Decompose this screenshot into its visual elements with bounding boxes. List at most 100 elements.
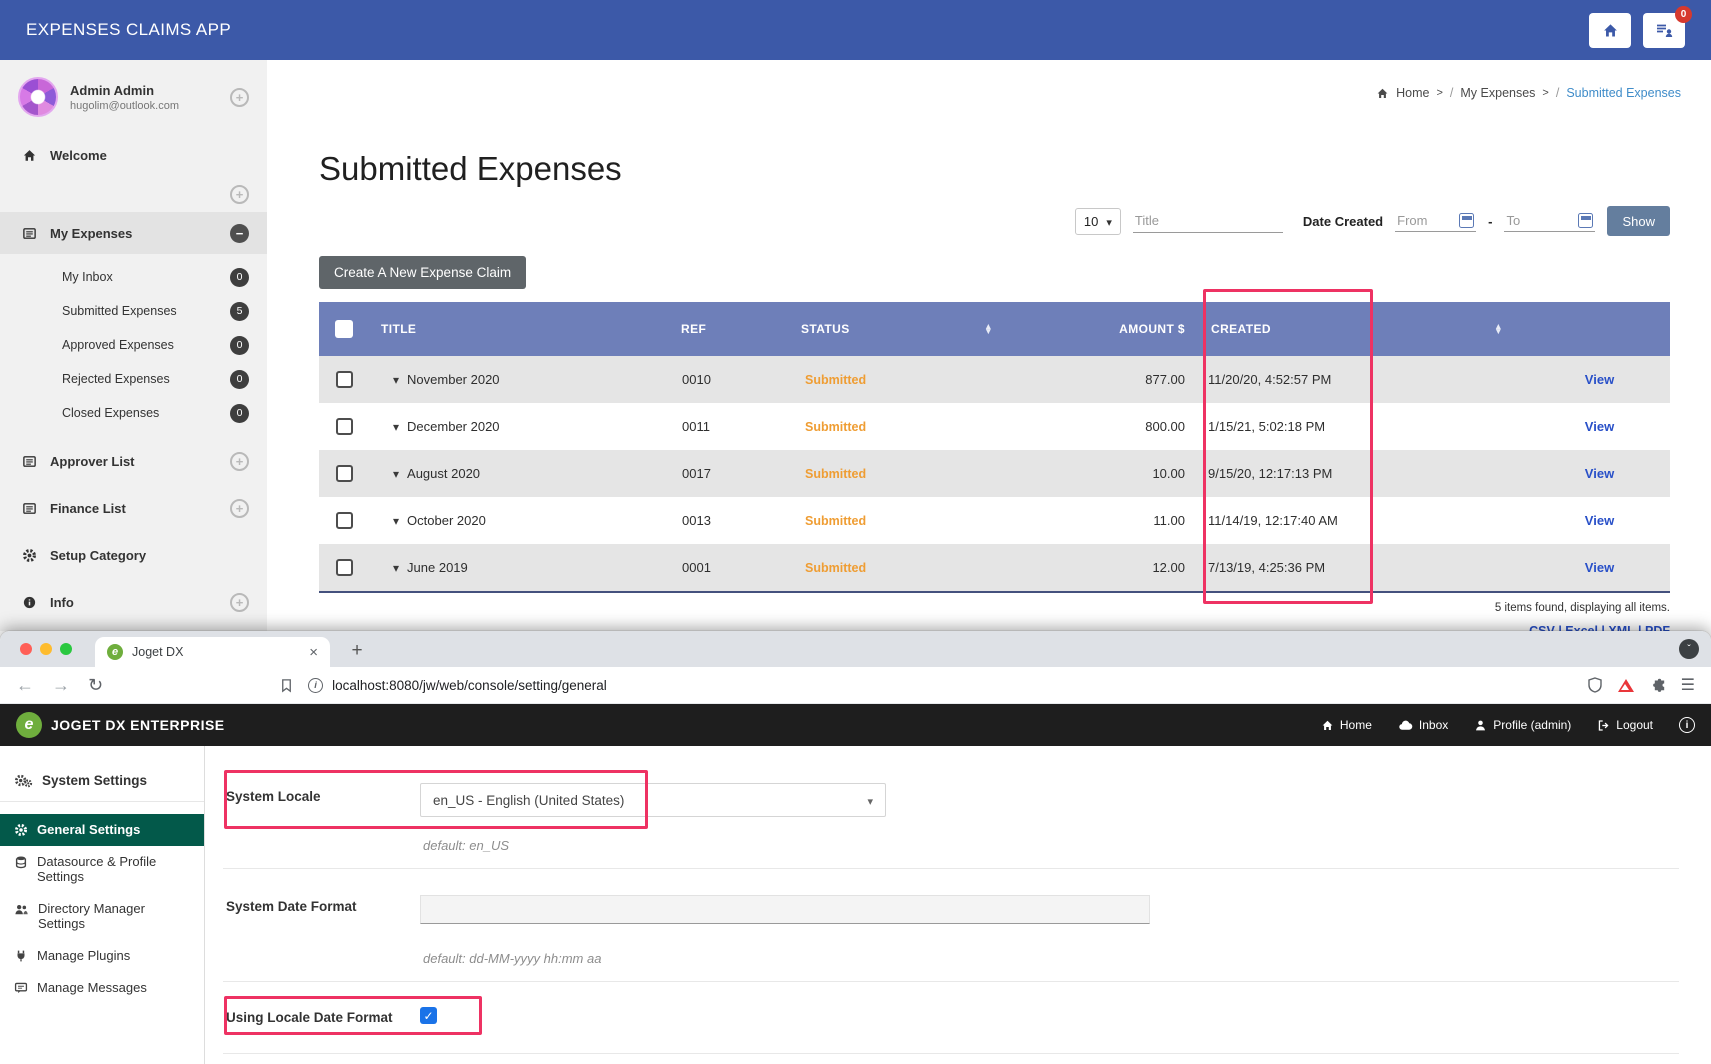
breadcrumb-my-expenses[interactable]: My Expenses (1460, 86, 1535, 100)
sidebar-item-general-settings[interactable]: General Settings (0, 814, 204, 846)
joget-nav-inbox[interactable]: Inbox (1398, 718, 1448, 733)
row-created: 1/15/21, 5:02:18 PM (1199, 419, 1529, 434)
brave-shield-icon[interactable] (1587, 677, 1603, 693)
joget-nav-profile[interactable]: Profile (admin) (1474, 718, 1571, 732)
extensions-puzzle-icon[interactable] (1652, 678, 1667, 693)
view-link[interactable]: View (1585, 419, 1614, 434)
tab-search-button[interactable]: ˇ (1679, 639, 1699, 659)
sidebar-item-approved-expenses[interactable]: Approved Expenses 0 (0, 328, 267, 362)
date-to-field[interactable] (1504, 210, 1595, 232)
view-link[interactable]: View (1585, 560, 1614, 575)
app-header: EXPENSES CLAIMS APP 0 (0, 0, 1711, 60)
expand-icon[interactable] (230, 185, 249, 204)
sidebar-item-closed-expenses[interactable]: Closed Expenses 0 (0, 396, 267, 430)
sidebar-item-rejected-expenses[interactable]: Rejected Expenses 0 (0, 362, 267, 396)
user-profile-row[interactable]: Admin Admin hugolim@outlook.com (0, 60, 267, 134)
table-row[interactable]: October 2020 0013 Submitted 11.00 11/14/… (319, 497, 1670, 544)
system-locale-select[interactable]: en_US - English (United States) (420, 783, 886, 817)
page-size-select[interactable]: 10 (1075, 208, 1121, 235)
minimize-window-button[interactable] (40, 643, 52, 655)
app-main-content: Home > / My Expenses > / Submitted Expen… (267, 60, 1711, 631)
row-checkbox[interactable] (336, 465, 353, 482)
calendar-icon[interactable] (1459, 213, 1474, 228)
column-header-created[interactable]: CREATED (1199, 322, 1529, 336)
sidebar-item-my-expenses[interactable]: My Expenses (0, 212, 267, 254)
reload-button[interactable]: ↻ (88, 675, 103, 696)
show-button[interactable]: Show (1607, 206, 1670, 236)
table-row[interactable]: November 2020 0010 Submitted 877.00 11/2… (319, 356, 1670, 403)
row-checkbox[interactable] (336, 371, 353, 388)
brave-rewards-triangle-icon[interactable] (1618, 679, 1634, 692)
chevron-down-icon[interactable] (393, 419, 399, 434)
column-header-title[interactable]: TITLE (369, 322, 669, 336)
home-button[interactable] (1589, 13, 1631, 48)
view-link[interactable]: View (1585, 466, 1614, 481)
expand-icon[interactable] (230, 499, 249, 518)
row-checkbox[interactable] (336, 559, 353, 576)
maximize-window-button[interactable] (60, 643, 72, 655)
title-filter-input[interactable] (1133, 209, 1283, 233)
row-checkbox[interactable] (336, 418, 353, 435)
sidebar-item-manage-messages[interactable]: Manage Messages (0, 972, 204, 1004)
select-all-checkbox[interactable] (335, 320, 353, 338)
sidebar-item-welcome[interactable]: Welcome (0, 134, 267, 176)
user-list-button[interactable]: 0 (1643, 13, 1685, 48)
browser-tab[interactable]: e Joget DX × (95, 637, 330, 667)
sidebar-item-my-inbox[interactable]: My Inbox 0 (0, 260, 267, 294)
column-header-amount[interactable]: AMOUNT $ (1019, 322, 1199, 336)
sidebar-item-finance-list[interactable]: Finance List (0, 487, 267, 529)
new-tab-button[interactable]: + (345, 639, 369, 663)
expand-icon[interactable] (230, 88, 249, 107)
calendar-icon[interactable] (1578, 213, 1593, 228)
sort-icon[interactable] (984, 324, 993, 334)
expand-icon[interactable] (230, 452, 249, 471)
date-to-input[interactable] (1506, 213, 1574, 228)
joget-settings-form: System Locale en_US - English (United St… (205, 746, 1711, 1064)
using-locale-date-format-checkbox[interactable] (420, 1007, 437, 1024)
browser-menu-icon[interactable]: ☰ (1681, 675, 1695, 695)
site-info-icon[interactable]: i (308, 678, 323, 693)
system-date-format-input[interactable] (420, 895, 1150, 924)
breadcrumb-home[interactable]: Home (1396, 86, 1429, 100)
bookmark-icon[interactable] (279, 678, 294, 693)
chevron-down-icon[interactable] (393, 372, 399, 387)
info-icon[interactable]: i (1679, 717, 1695, 733)
url-text[interactable]: localhost:8080/jw/web/console/setting/ge… (332, 678, 607, 693)
column-header-status[interactable]: STATUS (789, 322, 1019, 336)
forward-button[interactable]: → (52, 675, 70, 696)
sidebar-item-approver-list[interactable]: Approver List (0, 440, 267, 482)
chevron-down-icon[interactable] (393, 513, 399, 528)
sort-icon[interactable] (1494, 324, 1503, 334)
sidebar-item-manage-plugins[interactable]: Manage Plugins (0, 940, 204, 972)
chevron-down-icon[interactable] (393, 466, 399, 481)
database-icon (14, 855, 28, 869)
breadcrumb-separator: > (1436, 87, 1442, 99)
sidebar-item-submitted-expenses[interactable]: Submitted Expenses 5 (0, 294, 267, 328)
view-link[interactable]: View (1585, 372, 1614, 387)
table-row[interactable]: December 2020 0011 Submitted 800.00 1/15… (319, 403, 1670, 450)
table-row[interactable]: August 2020 0017 Submitted 10.00 9/15/20… (319, 450, 1670, 497)
table-row[interactable]: June 2019 0001 Submitted 12.00 7/13/19, … (319, 544, 1670, 591)
joget-nav-home[interactable]: Home (1321, 718, 1372, 732)
chevron-down-icon[interactable] (393, 560, 399, 575)
view-link[interactable]: View (1585, 513, 1614, 528)
date-from-input[interactable] (1397, 213, 1455, 228)
sidebar-item-setup-category[interactable]: Setup Category (0, 534, 267, 576)
sidebar-item-directory-manager-settings[interactable]: Directory Manager Settings (0, 893, 204, 940)
row-amount: 11.00 (1019, 513, 1199, 528)
sidebar-header-system-settings[interactable]: System Settings (0, 760, 204, 802)
close-tab-icon[interactable]: × (309, 644, 318, 661)
joget-nav-logout[interactable]: Logout (1597, 718, 1653, 732)
sidebar-item-info[interactable]: Info (0, 581, 267, 623)
collapse-icon[interactable] (230, 224, 249, 243)
back-button[interactable]: ← (16, 675, 34, 696)
date-from-field[interactable] (1395, 210, 1476, 232)
column-header-ref[interactable]: REF (669, 322, 789, 336)
breadcrumb-current[interactable]: Submitted Expenses (1566, 86, 1681, 100)
sidebar-item-datasource-profile-settings[interactable]: Datasource & Profile Settings (0, 846, 204, 893)
address-bar[interactable]: i localhost:8080/jw/web/console/setting/… (308, 677, 1640, 693)
expand-icon[interactable] (230, 593, 249, 612)
row-checkbox[interactable] (336, 512, 353, 529)
close-window-button[interactable] (20, 643, 32, 655)
create-expense-claim-button[interactable]: Create A New Expense Claim (319, 256, 526, 289)
